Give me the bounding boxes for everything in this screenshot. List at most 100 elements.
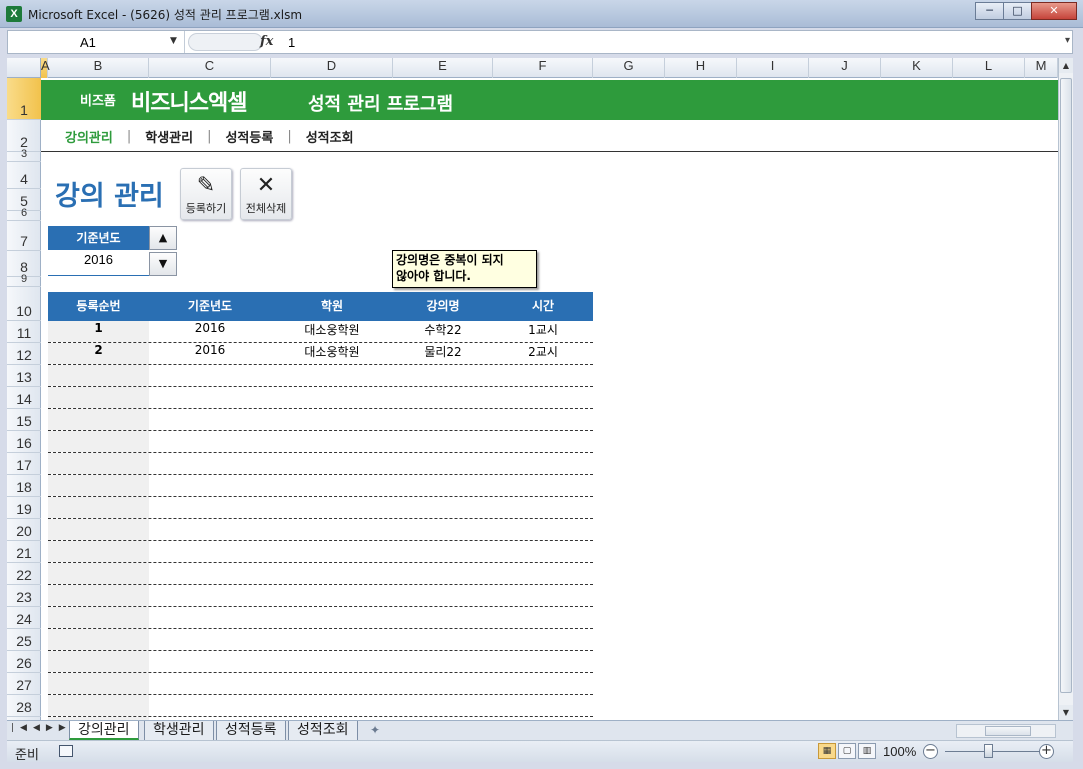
row-header[interactable]: 12 (7, 343, 41, 365)
row-header[interactable]: 11 (7, 321, 41, 343)
row-header[interactable]: 14 (7, 387, 41, 409)
column-header[interactable]: H (665, 58, 737, 78)
row-header[interactable]: 25 (7, 629, 41, 651)
column-header[interactable]: F (493, 58, 593, 78)
formula-input[interactable]: 1 (288, 35, 295, 50)
column-header[interactable]: G (593, 58, 665, 78)
table-row[interactable]: 1 2016 대소웅학원 수학22 1교시 (48, 321, 593, 343)
zoom-slider-handle[interactable] (984, 744, 993, 758)
cell-comment[interactable]: 강의명은 중복이 되지 않아야 합니다. (392, 250, 537, 288)
column-header[interactable]: K (881, 58, 953, 78)
table-row[interactable] (48, 629, 593, 651)
table-row[interactable] (48, 387, 593, 409)
nav-item-grade-entry[interactable]: 성적등록 (225, 127, 273, 146)
row-header[interactable]: 10 (7, 287, 41, 321)
tab-grade-entry[interactable]: 성적등록 (216, 721, 286, 740)
page-layout-view-icon[interactable]: ▢ (838, 743, 856, 759)
worksheet[interactable]: 비즈폼 비즈니스엑셀 성적 관리 프로그램 강의관리 | 학생관리 | 성적등록… (41, 78, 1058, 720)
close-window-button[interactable]: ✕ (1031, 2, 1077, 20)
nav-item-lecture[interactable]: 강의관리 (65, 127, 113, 146)
zoom-slider-track[interactable] (945, 751, 1042, 752)
row-header[interactable]: 24 (7, 607, 41, 629)
table-row[interactable] (48, 475, 593, 497)
insert-function-icon[interactable]: fx (260, 34, 273, 49)
vertical-scroll-thumb[interactable] (1060, 78, 1072, 693)
cell-seq[interactable]: 2 (48, 343, 149, 364)
tab-lecture[interactable]: 강의관리 (69, 721, 139, 740)
tab-grade-lookup[interactable]: 성적조회 (288, 721, 358, 740)
row-header[interactable]: 16 (7, 431, 41, 453)
row-header[interactable]: 18 (7, 475, 41, 497)
column-header[interactable]: E (393, 58, 493, 78)
nav-item-student[interactable]: 학생관리 (145, 127, 193, 146)
name-box[interactable]: A1 ▼ (8, 31, 185, 53)
row-header[interactable]: 13 (7, 365, 41, 387)
zoom-level[interactable]: 100% (883, 744, 916, 759)
vertical-scrollbar[interactable]: ▲ ▼ (1058, 58, 1073, 720)
excel-app-icon[interactable]: X (6, 6, 22, 22)
tab-student[interactable]: 학생관리 (144, 721, 214, 740)
delete-all-button[interactable]: ✕ 전체삭제 (240, 168, 292, 220)
row-header[interactable]: 3 (7, 148, 41, 162)
year-up-button[interactable]: ▲ (149, 226, 177, 250)
cell-lecture[interactable]: 물리22 (393, 343, 493, 364)
table-row[interactable]: 2 2016 대소웅학원 물리22 2교시 (48, 343, 593, 365)
expand-formula-icon[interactable]: ▾ (1065, 35, 1070, 46)
row-header[interactable]: 28 (7, 695, 41, 717)
select-all-corner[interactable] (7, 58, 41, 78)
table-row[interactable] (48, 541, 593, 563)
macro-record-icon[interactable] (59, 745, 73, 757)
row-header[interactable]: 15 (7, 409, 41, 431)
table-row[interactable] (48, 519, 593, 541)
row-header[interactable]: 23 (7, 585, 41, 607)
row-header[interactable]: 7 (7, 221, 41, 251)
table-row[interactable] (48, 431, 593, 453)
column-header[interactable]: D (271, 58, 393, 78)
zoom-out-icon[interactable]: − (923, 744, 938, 759)
row-header[interactable]: 20 (7, 519, 41, 541)
table-row[interactable] (48, 695, 593, 717)
table-row[interactable] (48, 453, 593, 475)
column-header[interactable]: M (1025, 58, 1058, 78)
cell-time[interactable]: 1교시 (493, 321, 593, 342)
column-header[interactable]: A (41, 58, 50, 78)
insert-sheet-icon[interactable]: ✦ (370, 723, 380, 737)
formula-splitter[interactable] (188, 33, 263, 51)
row-header[interactable]: 26 (7, 651, 41, 673)
column-header[interactable]: B (48, 58, 149, 78)
year-filter-value[interactable]: 2016 (48, 252, 149, 276)
nav-item-grade-lookup[interactable]: 성적조회 (306, 127, 354, 146)
column-header[interactable]: C (149, 58, 271, 78)
column-header[interactable]: J (809, 58, 881, 78)
table-row[interactable] (48, 651, 593, 673)
register-button[interactable]: ✎ 등록하기 (180, 168, 232, 220)
cell-year[interactable]: 2016 (149, 343, 271, 364)
cell-academy[interactable]: 대소웅학원 (271, 343, 393, 364)
table-row[interactable] (48, 563, 593, 585)
row-header[interactable]: 1 (7, 78, 41, 120)
table-row[interactable] (48, 497, 593, 519)
column-header[interactable]: I (737, 58, 809, 78)
row-header[interactable]: 19 (7, 497, 41, 519)
row-header[interactable]: 27 (7, 673, 41, 695)
table-row[interactable] (48, 365, 593, 387)
table-row[interactable] (48, 585, 593, 607)
maximize-button[interactable]: □ (1003, 2, 1032, 20)
table-row[interactable] (48, 409, 593, 431)
scroll-down-icon[interactable]: ▼ (1059, 705, 1073, 720)
horizontal-scrollbar[interactable] (956, 724, 1056, 738)
table-row[interactable] (48, 607, 593, 629)
chevron-down-icon[interactable]: ▼ (170, 36, 177, 46)
cell-time[interactable]: 2교시 (493, 343, 593, 364)
cell-lecture[interactable]: 수학22 (393, 321, 493, 342)
cell-academy[interactable]: 대소웅학원 (271, 321, 393, 342)
row-header[interactable]: 9 (7, 273, 41, 287)
row-header[interactable]: 17 (7, 453, 41, 475)
scroll-up-icon[interactable]: ▲ (1059, 58, 1073, 73)
row-header[interactable]: 4 (7, 162, 41, 189)
column-header[interactable]: L (953, 58, 1025, 78)
table-row[interactable] (48, 673, 593, 695)
horizontal-scroll-thumb[interactable] (985, 726, 1031, 736)
minimize-button[interactable]: ─ (975, 2, 1004, 20)
row-header[interactable]: 6 (7, 207, 41, 221)
